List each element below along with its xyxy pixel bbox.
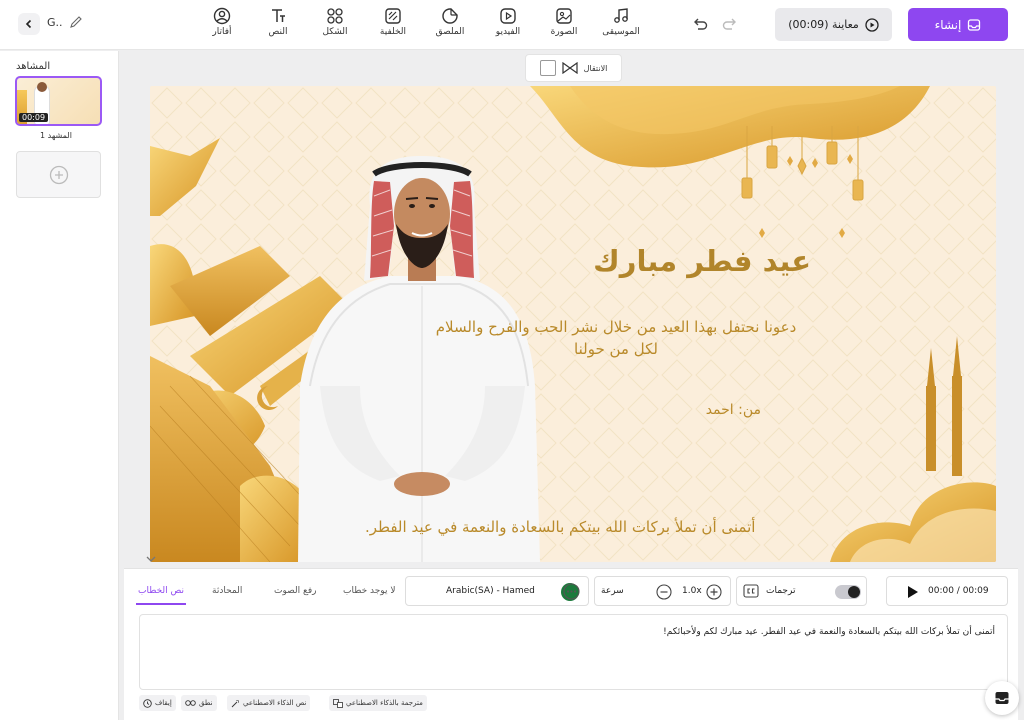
glasses-icon (185, 700, 196, 706)
minus-circle-icon[interactable] (656, 584, 672, 600)
play-icon[interactable] (907, 585, 919, 599)
tool-label: الفيديو (495, 27, 521, 37)
ai-translate-button[interactable]: مترجمة بالذكاء الاصطناعي (329, 695, 427, 711)
canvas-paragraph[interactable]: دعونا نحتفل بهذا العيد من خلال نشر الحب … (426, 316, 806, 360)
audio-player: 00:00 / 00:09 (886, 576, 1008, 606)
add-scene-button[interactable] (16, 151, 101, 198)
scene-duration: 00:09 (19, 113, 49, 122)
thumb-avatar-head (37, 82, 47, 92)
inbox-icon (968, 18, 981, 31)
tab-no-speech[interactable]: لا يوجد خطاب (343, 586, 395, 596)
tool-video[interactable]: الفيديو (481, 7, 535, 37)
canvas-from[interactable]: من: احمد (706, 402, 761, 418)
top-bar: G.. أفاتار النص الشكل الخلفية الملصق الف… (0, 0, 1024, 50)
back-button[interactable] (18, 13, 40, 35)
voice-selector[interactable]: Arabic(SA) - Hamed (405, 576, 589, 606)
tool-shape[interactable]: الشكل (308, 7, 362, 37)
transition-icon (562, 62, 578, 74)
transition-chip[interactable]: الانتقال (525, 54, 622, 82)
ai-text-label: نص الذكاء الاصطناعي (243, 699, 307, 707)
project-name[interactable]: G.. (47, 16, 63, 29)
tool-label: الخلفية (379, 27, 407, 37)
captions-control: ترجمات (736, 576, 867, 606)
create-button[interactable]: إنشاء (908, 8, 1008, 41)
scenes-panel: المشاهد 00:09 المشهد 1 (0, 51, 119, 720)
pause-label: إيقاف (155, 699, 172, 707)
plus-circle-icon (49, 165, 68, 184)
canvas-bottom-text[interactable]: أتمنى أن تملأ بركات الله بيتكم بالسعادة … (365, 518, 755, 536)
preview-button[interactable]: معاينة (00:09) (775, 8, 892, 41)
tab-upload-audio[interactable]: رفع الصوت (274, 586, 316, 596)
avatar-icon (213, 7, 231, 25)
scene-thumbnail[interactable]: 00:09 (15, 76, 102, 126)
ai-translate-label: مترجمة بالذكاء الاصطناعي (346, 699, 423, 707)
scenes-title: المشاهد (16, 61, 51, 72)
text-icon (272, 9, 285, 22)
tab-speech-text[interactable]: نص الخطاب (135, 586, 187, 605)
support-chat-button[interactable] (985, 681, 1019, 715)
tool-label: الموسيقى (602, 27, 640, 37)
speed-control: 1.0x سرعة (594, 576, 731, 606)
editor-tabs: نص الخطاب المحادثة رفع الصوت لا يوجد خطا… (124, 581, 424, 609)
pronounce-button[interactable]: نطق (181, 695, 217, 711)
tool-sticker[interactable]: الملصق (423, 7, 477, 37)
more-options-icon[interactable] (563, 583, 580, 600)
transition-checkbox[interactable] (539, 60, 556, 76)
image-icon (556, 8, 572, 24)
canvas-headline[interactable]: عيد فطر مبارك (593, 244, 811, 278)
tool-avatar[interactable]: أفاتار (195, 7, 249, 37)
scene-label: المشهد 1 (40, 131, 72, 140)
tool-label: الشكل (322, 27, 348, 37)
pause-button[interactable]: إيقاف (139, 695, 176, 711)
play-circle-icon (865, 17, 879, 32)
music-icon (614, 8, 628, 23)
tool-music[interactable]: الموسيقى (594, 7, 648, 37)
preview-label: معاينة (00:09) (788, 18, 859, 31)
undo-icon[interactable] (692, 16, 708, 32)
chevron-down-icon[interactable] (146, 555, 156, 563)
pencil-icon[interactable] (69, 15, 83, 29)
script-editor-panel: نص الخطاب المحادثة رفع الصوت لا يوجد خطا… (124, 568, 1018, 720)
voice-name: Arabic(SA) - Hamed (446, 586, 535, 596)
scene-canvas[interactable]: عيد فطر مبارك دعونا نحتفل بهذا العيد من … (150, 86, 996, 562)
plus-circle-icon[interactable] (706, 584, 722, 600)
clock-icon (143, 698, 152, 708)
speed-value: 1.0x (682, 586, 702, 596)
tab-conversation[interactable]: المحادثة (212, 586, 242, 596)
captions-toggle[interactable] (835, 585, 861, 599)
captions-label: ترجمات (766, 586, 796, 596)
translate-icon (333, 698, 343, 708)
shape-icon (327, 8, 343, 24)
create-label: إنشاء (934, 17, 962, 32)
redo-icon[interactable] (722, 16, 738, 32)
tool-image[interactable]: الصورة (537, 7, 591, 37)
sticker-icon (442, 8, 458, 24)
speed-label: سرعة (601, 586, 624, 596)
tool-label: الصورة (550, 27, 578, 37)
script-textarea[interactable]: أتمنى أن تملأ بركات الله بيتكم بالسعادة … (139, 614, 1008, 690)
video-icon (500, 8, 516, 24)
background-icon (385, 8, 401, 24)
transition-label: الانتقال (583, 63, 608, 73)
closed-captions-icon (743, 584, 759, 598)
chevron-left-icon (25, 19, 32, 29)
tool-label: النص (268, 27, 288, 37)
magic-wand-icon (231, 699, 239, 707)
tool-label: أفاتار (212, 27, 232, 37)
tool-label: الملصق (435, 27, 465, 37)
ai-text-button[interactable]: نص الذكاء الاصطناعي (227, 695, 311, 711)
playback-time: 00:00 / 00:09 (928, 586, 989, 596)
tool-text[interactable]: النص (251, 7, 305, 37)
tool-background[interactable]: الخلفية (366, 7, 420, 37)
pronounce-label: نطق (199, 699, 213, 707)
inbox-icon (995, 692, 1009, 704)
